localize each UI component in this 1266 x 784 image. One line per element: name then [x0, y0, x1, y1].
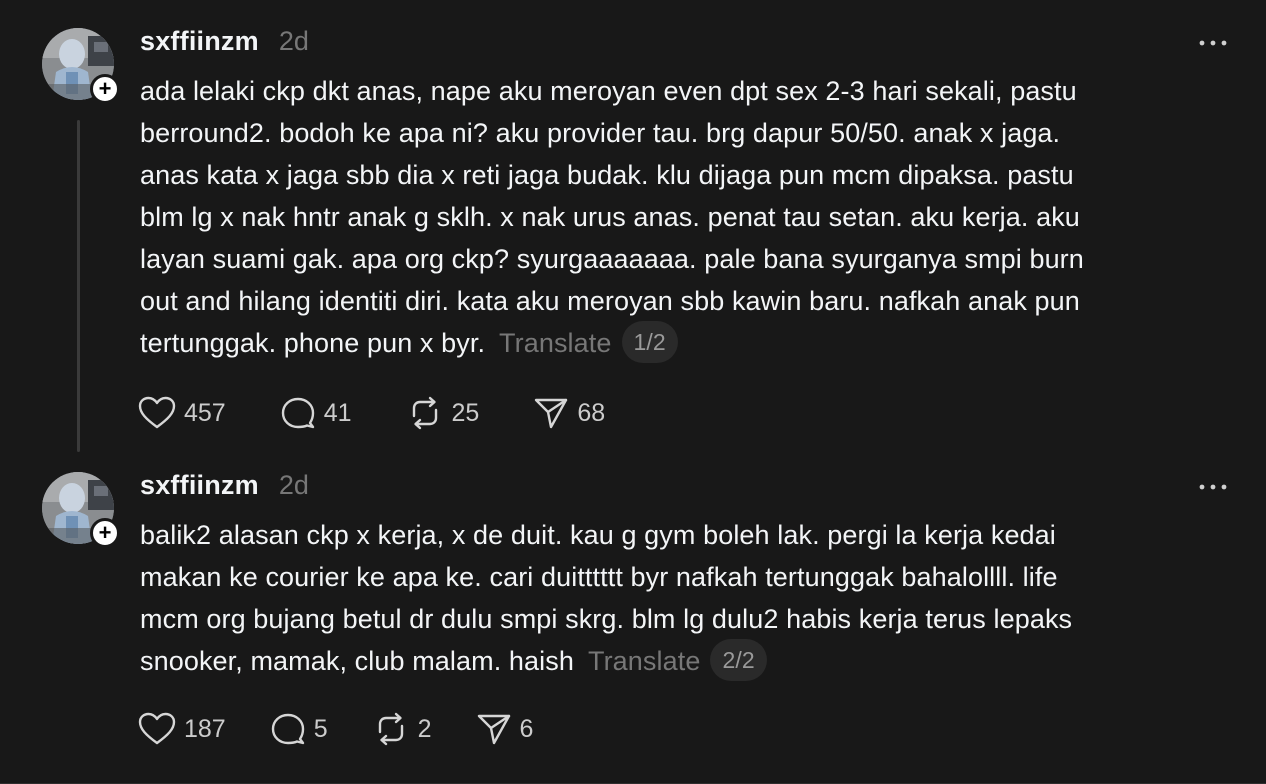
post-header: sxffiinzm 2d — [140, 26, 309, 58]
thread-post-2: + sxffiinzm 2d balik2 alasan ckp x kerja… — [0, 455, 1266, 784]
follow-plus-icon[interactable]: + — [90, 518, 120, 548]
paper-plane-icon — [535, 398, 568, 429]
thread-page-indicator: 2/2 — [710, 638, 767, 681]
post-text-last-line: snooker, mamak, club malam. haish Transla… — [140, 638, 1220, 684]
heart-icon — [138, 712, 176, 745]
post-text-line: makan ke courier ke apa ke. cari duitttt… — [140, 562, 1058, 592]
like-button[interactable]: 187 — [138, 712, 226, 746]
post-text-line: anas kata x jaga sbb dia x reti jaga bud… — [140, 160, 1074, 190]
speech-bubble-icon — [281, 397, 314, 429]
translate-link[interactable]: Translate — [588, 646, 700, 676]
thread-post-1: + sxffiinzm 2d ada lelaki ckp dkt anas, … — [0, 0, 1266, 455]
post-actions: 187 5 2 6 — [138, 712, 577, 746]
timestamp: 2d — [278, 470, 309, 500]
like-count: 187 — [184, 714, 226, 743]
username[interactable]: sxffiinzm — [140, 26, 259, 57]
post-text-line: ada lelaki ckp dkt anas, nape aku meroya… — [140, 76, 1077, 106]
post-actions: 457 41 25 68 — [138, 396, 659, 430]
like-count: 457 — [184, 398, 226, 427]
post-text-line: blm lg x nak hntr anak g sklh. x nak uru… — [140, 202, 1080, 232]
reply-button[interactable]: 5 — [270, 712, 328, 746]
post-header: sxffiinzm 2d — [140, 470, 309, 502]
thread-page-indicator: 1/2 — [621, 320, 678, 363]
reply-button[interactable]: 41 — [280, 396, 352, 430]
post-text-line: snooker, mamak, club malam. haish — [140, 646, 574, 676]
post-text-last-line: tertunggak. phone pun x byr. Translate 1/2 — [140, 320, 1220, 366]
translate-link[interactable]: Translate — [499, 328, 611, 358]
reply-count: 5 — [313, 714, 328, 743]
username[interactable]: sxffiinzm — [140, 470, 259, 501]
repost-arrows-icon — [412, 396, 437, 430]
share-count: 68 — [577, 398, 606, 427]
heart-icon — [138, 396, 176, 429]
post-text-line: mcm org bujang betul dr dulu smpi skrg. … — [140, 604, 1073, 634]
share-button[interactable]: 68 — [533, 396, 605, 430]
thread-connector-line — [77, 120, 80, 452]
post-body: ada lelaki ckp dkt anas, nape aku meroya… — [140, 70, 1220, 366]
post-text-line: tertunggak. phone pun x byr. — [140, 328, 486, 358]
post-text-line: out and hilang identiti diri. kata aku m… — [140, 286, 1080, 316]
repost-arrows-icon — [378, 712, 403, 746]
avatar-container: + — [42, 472, 120, 548]
speech-bubble-icon — [271, 713, 304, 745]
more-dots-icon[interactable] — [1198, 480, 1228, 494]
reply-count: 41 — [323, 398, 352, 427]
share-button[interactable]: 6 — [476, 712, 534, 746]
repost-count: 2 — [417, 714, 432, 743]
repost-count: 25 — [451, 398, 480, 427]
repost-button[interactable]: 25 — [406, 396, 480, 430]
post-text-line: layan suami gak. apa org ckp? syurgaaaaa… — [140, 244, 1084, 274]
avatar-container: + — [42, 28, 120, 104]
like-button[interactable]: 457 — [138, 396, 226, 430]
paper-plane-icon — [477, 714, 510, 745]
follow-plus-icon[interactable]: + — [90, 74, 120, 104]
repost-button[interactable]: 2 — [372, 712, 432, 746]
timestamp: 2d — [278, 26, 309, 56]
post-text-line: balik2 alasan ckp x kerja, x de duit. ka… — [140, 520, 1056, 550]
post-body: balik2 alasan ckp x kerja, x de duit. ka… — [140, 514, 1220, 684]
share-count: 6 — [519, 714, 534, 743]
more-dots-icon[interactable] — [1198, 36, 1228, 50]
post-text-line: berround2. bodoh ke apa ni? aku provider… — [140, 118, 1061, 148]
